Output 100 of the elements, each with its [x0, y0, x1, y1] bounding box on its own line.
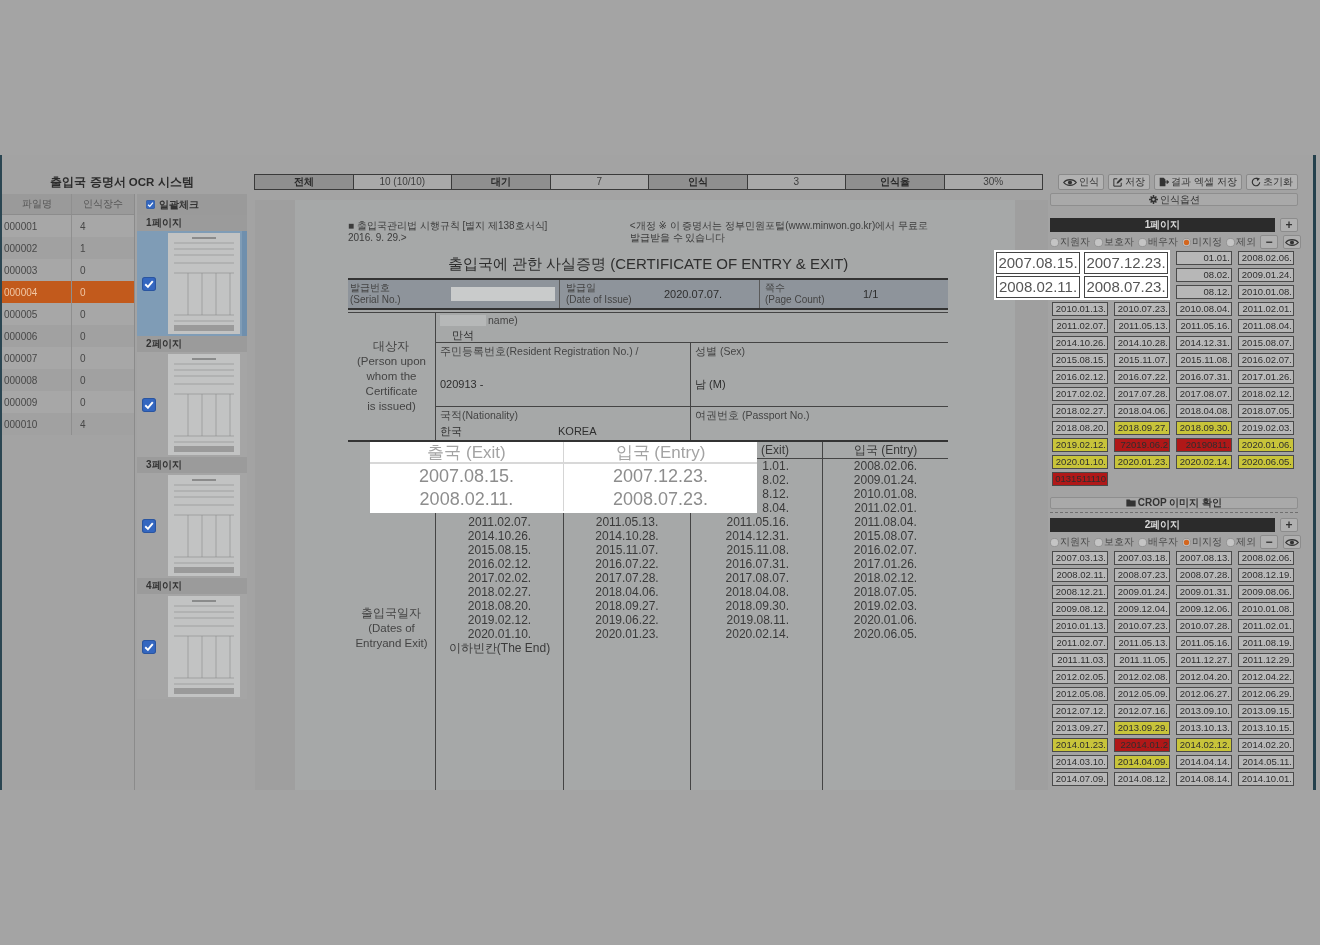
date-field[interactable]: 2015.08.07.: [1238, 336, 1294, 350]
date-field[interactable]: 2015.11.08.: [1176, 353, 1232, 367]
date-field[interactable]: 2011.02.01.: [1238, 302, 1294, 316]
date-field[interactable]: 2014.07.09.: [1052, 772, 1108, 786]
date-field[interactable]: 2008.12.21.: [1052, 585, 1108, 599]
date-field[interactable]: 2008.02.11.: [1052, 568, 1108, 582]
save-button[interactable]: 저장: [1108, 174, 1151, 190]
date-field[interactable]: 2009.12.04.: [1114, 602, 1170, 616]
remove-button[interactable]: −: [1260, 235, 1278, 249]
date-field[interactable]: 2009.12.06.: [1176, 602, 1232, 616]
date-field[interactable]: 2013.09.29.: [1114, 721, 1170, 735]
date-field[interactable]: 2013.09.15.: [1238, 704, 1294, 718]
date-field[interactable]: 2014.10.26.: [1052, 336, 1108, 350]
date-field[interactable]: 2011.02.07.: [1052, 636, 1108, 650]
date-field[interactable]: 2016.02.07.: [1238, 353, 1294, 367]
date-field[interactable]: 2012.02.05.: [1052, 670, 1108, 684]
date-field[interactable]: 2012.06.27.: [1176, 687, 1232, 701]
date-field[interactable]: 2013.09.27.: [1052, 721, 1108, 735]
radio-button[interactable]: [1226, 237, 1235, 247]
file-row[interactable]: 000009 0: [2, 391, 134, 413]
date-field[interactable]: 2018.08.20.: [1052, 421, 1108, 435]
date-field[interactable]: 2012.05.09.: [1114, 687, 1170, 701]
options-button[interactable]: 인식옵션: [1050, 193, 1298, 206]
date-field[interactable]: 2017.07.28.: [1114, 387, 1170, 401]
date-field[interactable]: 2011.12.27.: [1176, 653, 1232, 667]
date-field[interactable]: 2014.12.31.: [1176, 336, 1232, 350]
radio-button[interactable]: [1226, 537, 1235, 547]
date-field[interactable]: 2013.10.15.: [1238, 721, 1294, 735]
view-button[interactable]: [1283, 535, 1301, 549]
radio-button[interactable]: [1094, 537, 1103, 547]
date-field[interactable]: 2011.12.29.: [1238, 653, 1294, 667]
file-row[interactable]: 000007 0: [2, 347, 134, 369]
date-field[interactable]: 2009.01.31.: [1176, 585, 1232, 599]
date-field[interactable]: 2010.01.08.: [1238, 285, 1294, 299]
date-field[interactable]: 2016.07.22.: [1114, 370, 1170, 384]
date-field[interactable]: 2018.04.08.: [1176, 404, 1232, 418]
date-field[interactable]: 2008.07.28.: [1176, 568, 1232, 582]
file-row[interactable]: 000001 4: [2, 215, 134, 237]
date-field[interactable]: 2012.07.12.: [1052, 704, 1108, 718]
date-field[interactable]: 01.01.: [1176, 251, 1232, 265]
checkbox[interactable]: [146, 200, 155, 209]
date-field[interactable]: 2020.02.14.: [1176, 455, 1232, 469]
date-field[interactable]: 2015.11.07.: [1114, 353, 1170, 367]
date-field[interactable]: 2011.02.01.: [1238, 619, 1294, 633]
file-row[interactable]: 000003 0: [2, 259, 134, 281]
remove-button[interactable]: −: [1260, 535, 1278, 549]
date-field[interactable]: 2011.05.13.: [1114, 319, 1170, 333]
date-field[interactable]: 2020.01.06.: [1238, 438, 1294, 452]
date-field[interactable]: 2011.02.07.: [1052, 319, 1108, 333]
radio-button[interactable]: [1094, 237, 1103, 247]
date-field[interactable]: 2011.11.03.: [1052, 653, 1108, 667]
radio-button[interactable]: [1050, 537, 1059, 547]
checkbox[interactable]: [142, 518, 156, 533]
checkbox[interactable]: [142, 276, 156, 291]
date-field[interactable]: 2014.05.11.: [1238, 755, 1294, 769]
date-field[interactable]: 2019.02.03.: [1238, 421, 1294, 435]
date-field[interactable]: 2010.01.13.: [1052, 619, 1108, 633]
excel-export-button[interactable]: 결과 엑셀 저장: [1154, 174, 1242, 190]
date-field[interactable]: 2010.07.23.: [1114, 302, 1170, 316]
crop-check-button[interactable]: CROP 이미지 확인: [1050, 497, 1298, 509]
view-button[interactable]: [1283, 235, 1301, 249]
radio-button[interactable]: [1138, 537, 1147, 547]
radio-button[interactable]: [1050, 237, 1059, 247]
date-field[interactable]: 2012.02.08.: [1114, 670, 1170, 684]
date-field[interactable]: 08.12.: [1176, 285, 1232, 299]
date-field[interactable]: 2008.07.23.: [1114, 568, 1170, 582]
date-field[interactable]: 2013.09.10.: [1176, 704, 1232, 718]
date-field[interactable]: 2014.04.14.: [1176, 755, 1232, 769]
date-field[interactable]: 2012.04.22.: [1238, 670, 1294, 684]
radio-button[interactable]: [1182, 237, 1191, 247]
date-field[interactable]: 2017.08.07.: [1176, 387, 1232, 401]
date-field[interactable]: 2010.08.04.: [1176, 302, 1232, 316]
date-field[interactable]: 2012.05.08.: [1052, 687, 1108, 701]
date-field[interactable]: 2009.01.24.: [1238, 268, 1294, 282]
date-field[interactable]: 2011.05.13.: [1114, 636, 1170, 650]
date-field[interactable]: 2017.02.02.: [1052, 387, 1108, 401]
date-field[interactable]: 2007.03.18.: [1114, 551, 1170, 565]
date-field[interactable]: 2012.07.16.: [1114, 704, 1170, 718]
checkbox[interactable]: [142, 397, 156, 412]
date-field[interactable]: 2020.06.05.: [1238, 455, 1294, 469]
date-field[interactable]: 2010.01.13.: [1052, 302, 1108, 316]
date-field[interactable]: 2012.06.29.: [1238, 687, 1294, 701]
date-field[interactable]: 2009.08.06.: [1238, 585, 1294, 599]
date-field[interactable]: 2016.02.12.: [1052, 370, 1108, 384]
date-field[interactable]: 2011.05.16.: [1176, 319, 1232, 333]
date-field[interactable]: 2018.02.12.: [1238, 387, 1294, 401]
date-field[interactable]: 2007.08.13.: [1176, 551, 1232, 565]
date-field[interactable]: 2014.04.09.: [1114, 755, 1170, 769]
radio-button[interactable]: [1138, 237, 1147, 247]
recognize-button[interactable]: 인식: [1058, 174, 1105, 190]
date-field[interactable]: 2014.02.20.: [1238, 738, 1294, 752]
date-field[interactable]: 2014.02.12.: [1176, 738, 1232, 752]
date-field[interactable]: 2017.01.26.: [1238, 370, 1294, 384]
date-field[interactable]: 2010.07.28.: [1176, 619, 1232, 633]
date-field[interactable]: 2008.02.06.: [1238, 551, 1294, 565]
date-field[interactable]: 2014.08.12.: [1114, 772, 1170, 786]
date-field[interactable]: 2007.03.13.: [1052, 551, 1108, 565]
file-row[interactable]: 000005 0: [2, 303, 134, 325]
date-field[interactable]: 2016.07.31.: [1176, 370, 1232, 384]
date-field[interactable]: 2012.04.20.: [1176, 670, 1232, 684]
